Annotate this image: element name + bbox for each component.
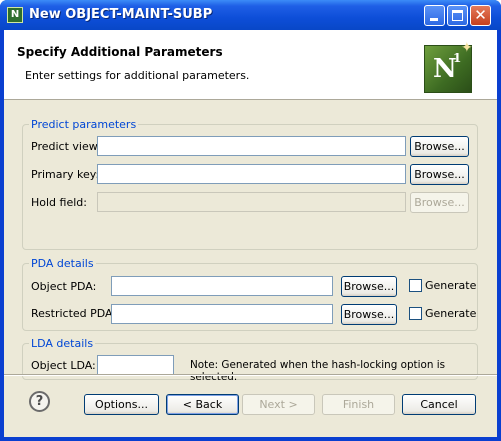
close-icon: ✕ bbox=[474, 6, 487, 24]
primary-key-browse-button[interactable]: Browse... bbox=[410, 164, 469, 185]
object-pda-label: Object PDA: bbox=[31, 280, 97, 293]
predict-view-label: Predict view: bbox=[31, 140, 101, 153]
lda-note: Note: Generated when the hash-locking op… bbox=[190, 359, 446, 383]
dialog-window: N New OBJECT-MAINT-SUBP ✕ Specify Additi… bbox=[0, 0, 501, 441]
predict-view-browse-button[interactable]: Browse... bbox=[410, 136, 469, 157]
restricted-pda-generate-label: Generate bbox=[425, 307, 477, 320]
pda-details-legend: PDA details bbox=[29, 257, 96, 270]
natural-logo: N 1 ✦ bbox=[424, 40, 473, 93]
pda-details-group: PDA details Object PDA: Browse... Genera… bbox=[22, 257, 478, 331]
object-lda-label: Object LDA: bbox=[31, 359, 96, 372]
primary-key-label: Primary key: bbox=[31, 168, 100, 181]
object-lda-input[interactable] bbox=[97, 355, 174, 375]
finish-button[interactable]: Finish bbox=[322, 394, 395, 415]
predict-parameters-group: Predict parameters Predict view: Browse.… bbox=[22, 118, 478, 250]
close-button[interactable]: ✕ bbox=[470, 5, 491, 26]
star-icon: ✦ bbox=[461, 40, 473, 56]
object-pda-generate-checkbox[interactable] bbox=[409, 279, 422, 292]
footer-separator bbox=[4, 374, 497, 376]
app-icon: N bbox=[7, 7, 23, 23]
predict-parameters-legend: Predict parameters bbox=[29, 118, 139, 131]
restricted-pda-label: Restricted PDA: bbox=[31, 307, 117, 320]
maximize-button[interactable] bbox=[447, 5, 468, 26]
minimize-icon bbox=[430, 18, 438, 21]
hold-field-input[interactable] bbox=[97, 192, 406, 212]
restricted-pda-browse-button[interactable]: Browse... bbox=[341, 304, 397, 325]
wizard-header: Specify Additional Parameters Enter sett… bbox=[4, 30, 497, 100]
predict-view-input[interactable] bbox=[97, 136, 406, 156]
dialog-client: Specify Additional Parameters Enter sett… bbox=[4, 30, 497, 437]
page-title: Specify Additional Parameters bbox=[17, 45, 223, 59]
next-button[interactable]: Next > bbox=[242, 394, 315, 415]
page-subtitle: Enter settings for additional parameters… bbox=[25, 69, 250, 82]
hold-field-browse-button[interactable]: Browse... bbox=[410, 192, 469, 213]
back-button[interactable]: < Back bbox=[166, 394, 239, 415]
cancel-button[interactable]: Cancel bbox=[402, 394, 476, 415]
object-pda-browse-button[interactable]: Browse... bbox=[341, 276, 397, 297]
minimize-button[interactable] bbox=[424, 5, 445, 26]
lda-details-legend: LDA details bbox=[29, 337, 96, 350]
primary-key-input[interactable] bbox=[97, 164, 406, 184]
object-pda-input[interactable] bbox=[111, 276, 333, 296]
restricted-pda-generate-checkbox[interactable] bbox=[409, 307, 422, 320]
options-button[interactable]: Options... bbox=[84, 394, 159, 415]
help-icon[interactable]: ? bbox=[29, 391, 50, 412]
object-pda-generate-label: Generate bbox=[425, 279, 477, 292]
hold-field-label: Hold field: bbox=[31, 196, 87, 209]
maximize-icon bbox=[452, 10, 463, 21]
title-bar[interactable]: N New OBJECT-MAINT-SUBP ✕ bbox=[0, 0, 501, 30]
restricted-pda-input[interactable] bbox=[111, 304, 333, 324]
window-title: New OBJECT-MAINT-SUBP bbox=[29, 7, 213, 22]
